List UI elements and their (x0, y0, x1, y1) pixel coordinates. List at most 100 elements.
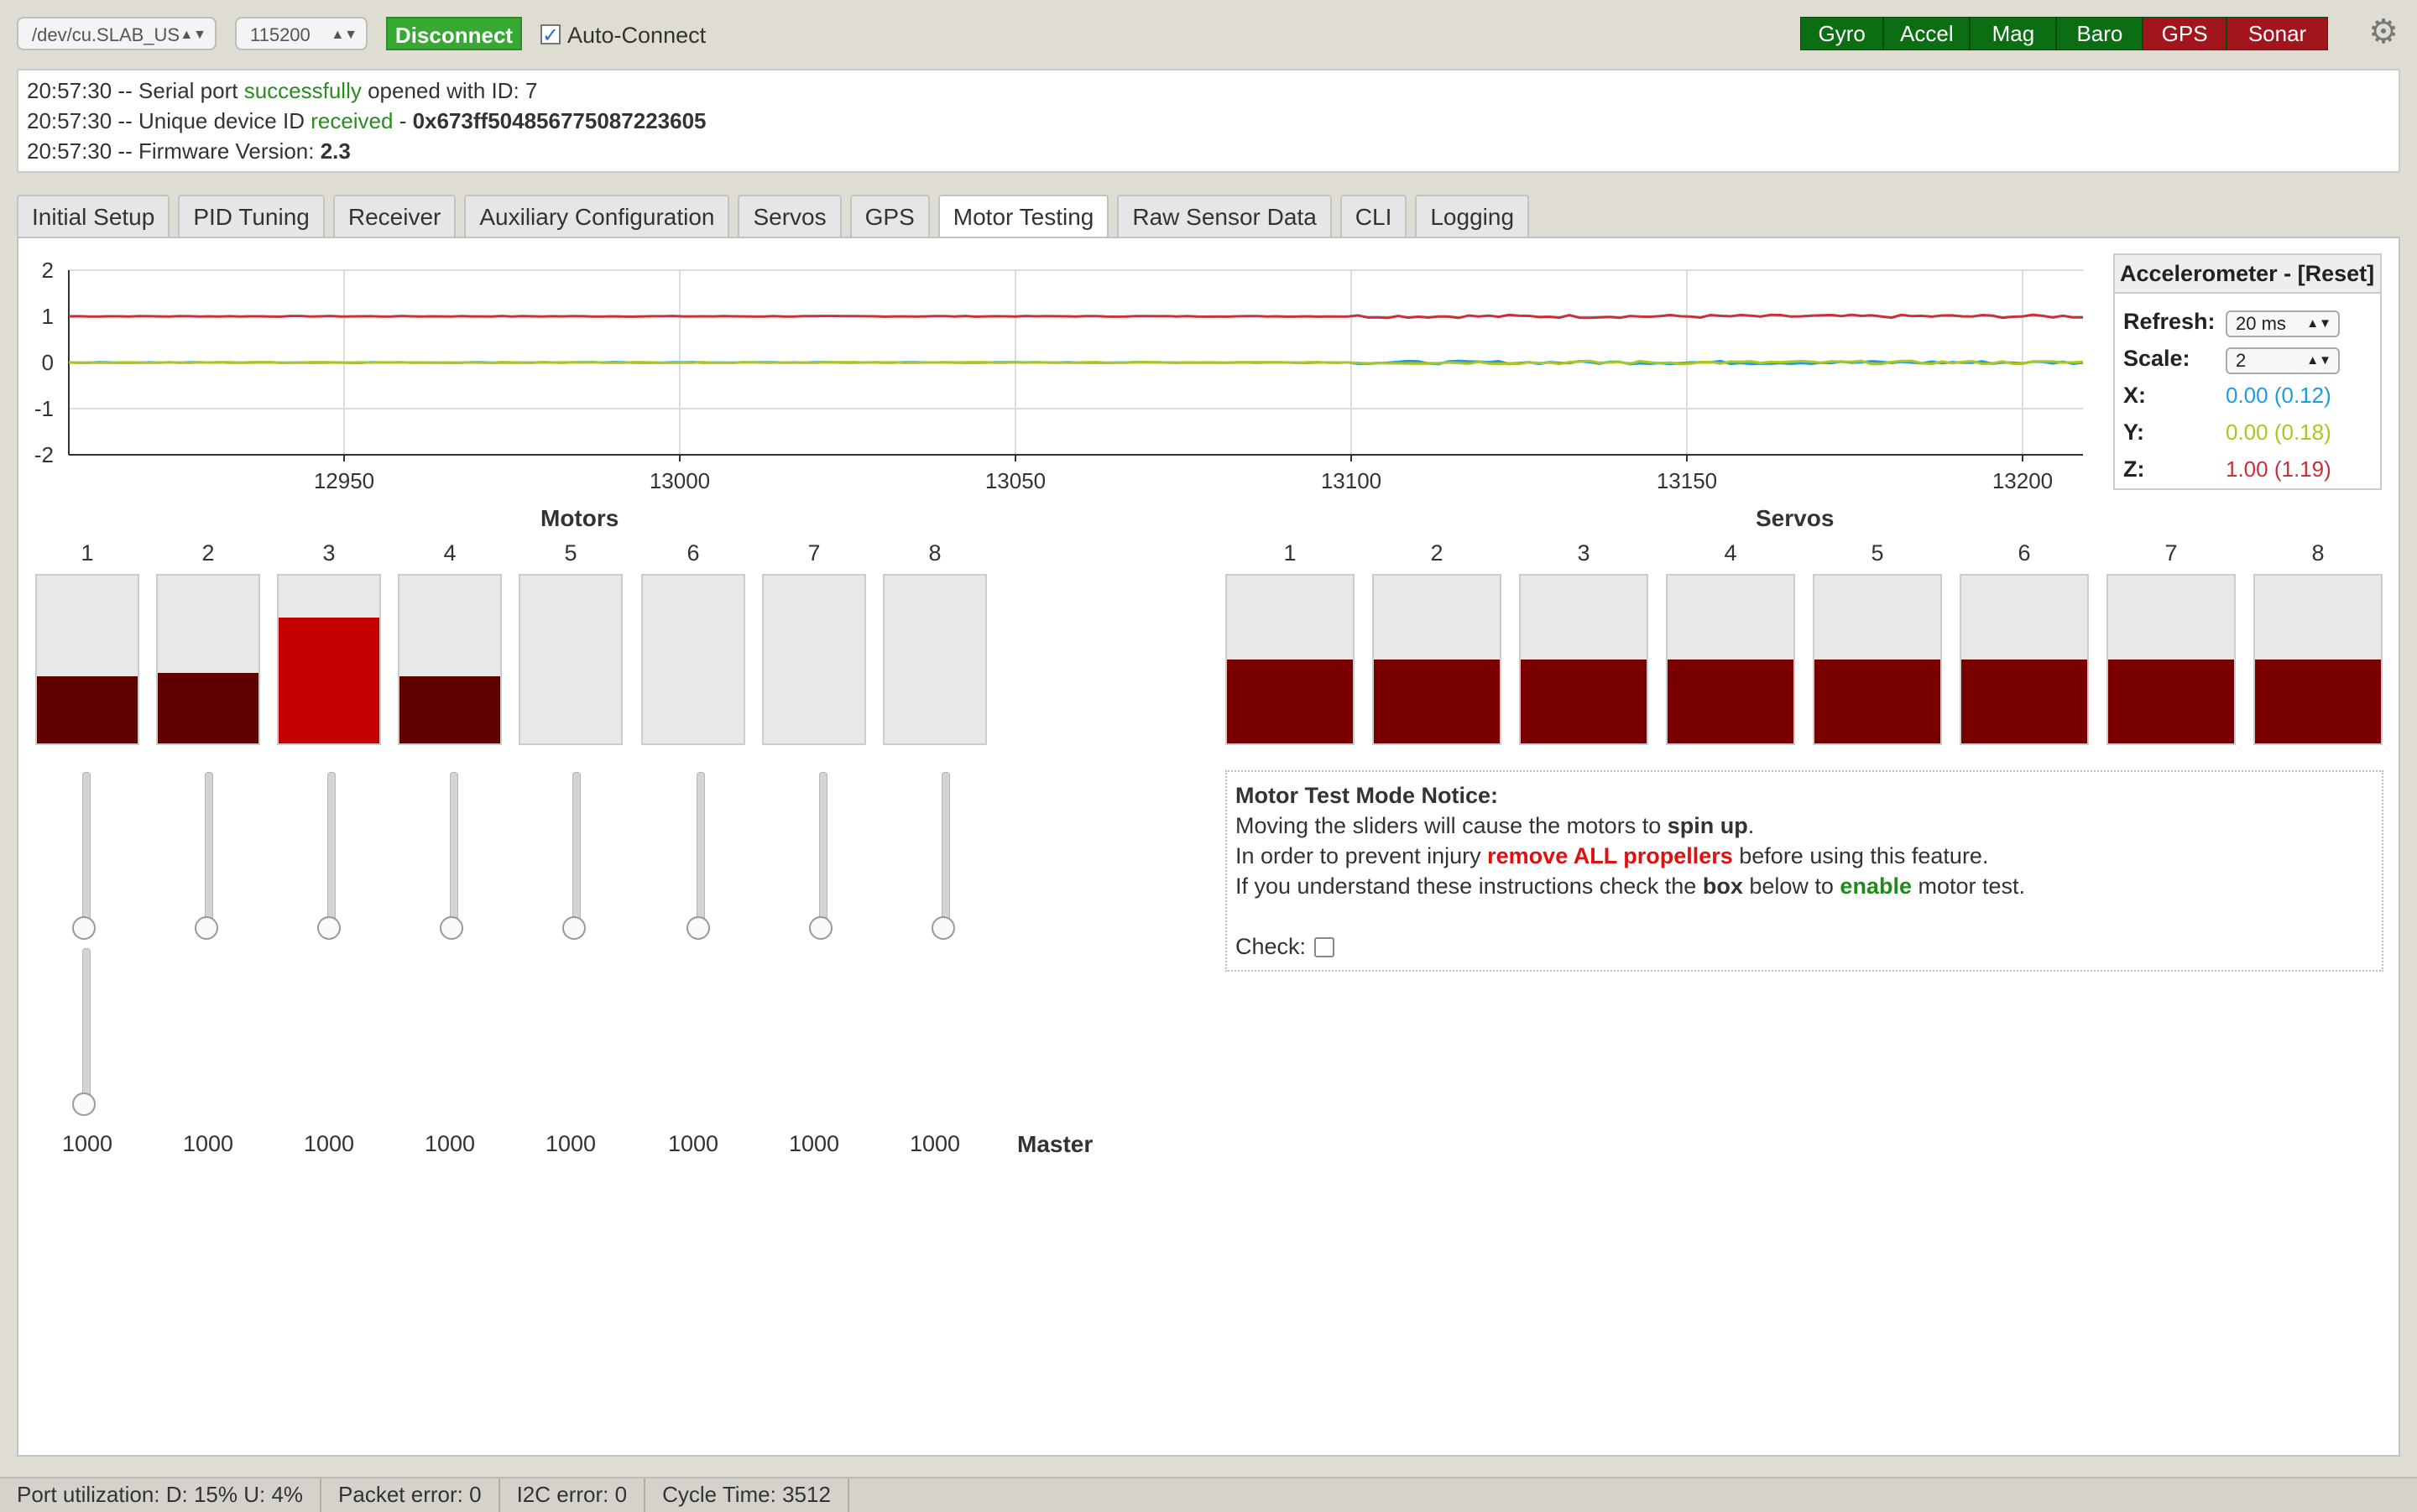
notice-text: below to (1742, 873, 1840, 899)
slider-thumb[interactable] (440, 916, 463, 940)
y-value: 0.00 (0.18) (2226, 420, 2331, 445)
servo-number: 8 (2311, 540, 2325, 566)
motor-meter (641, 574, 745, 745)
motor-value: 1000 (182, 1131, 234, 1156)
servo-meter (1372, 574, 1501, 745)
motor-number: 5 (564, 540, 577, 566)
motor-number: 7 (807, 540, 821, 566)
motor-test-notice: Motor Test Mode Notice: Moving the slide… (1225, 770, 2383, 972)
slider-thumb[interactable] (932, 916, 955, 940)
notice-text: Moving the sliders will cause the motors… (1235, 813, 1668, 838)
servo-meter-fill (2108, 660, 2234, 743)
master-label: Master (1017, 1131, 1094, 1157)
motor-meter (519, 574, 623, 745)
motor-value: 1000 (788, 1131, 840, 1156)
servo-number: 1 (1283, 540, 1297, 566)
servo-meter-fill (1961, 660, 2087, 743)
x-label: X: (2123, 383, 2146, 408)
notice-text: before using this feature. (1732, 843, 1989, 868)
motor-number: 6 (686, 540, 700, 566)
status-bar: Port utilization: D: 15% U: 4% Packet er… (0, 1477, 2417, 1512)
servo-meter-fill (1814, 660, 1940, 743)
motor-value: 1000 (909, 1131, 961, 1156)
notice-line: In order to prevent injury remove ALL pr… (1235, 841, 2373, 871)
slider-track (819, 772, 827, 929)
slider-track (205, 772, 213, 929)
servo-meter-fill (1521, 660, 1647, 743)
motor-slider[interactable] (195, 772, 220, 940)
motor-slider[interactable] (932, 772, 957, 940)
motor-number: 2 (201, 540, 215, 566)
servo-number: 6 (2018, 540, 2031, 566)
slider-thumb[interactable] (72, 1092, 96, 1116)
motors-title: Motors (540, 505, 619, 531)
motor-meter-fill (279, 618, 379, 743)
motor-slider[interactable] (72, 772, 97, 940)
scale-label: Scale: (2123, 346, 2190, 371)
motor-slider[interactable] (809, 772, 834, 940)
motor-meter (883, 574, 987, 745)
notice-text: In order to prevent injury (1235, 843, 1488, 868)
x-tick-label: 13200 (1992, 468, 2053, 493)
servo-meter (2106, 574, 2236, 745)
slider-thumb[interactable] (72, 916, 96, 940)
motor-meter-fill (158, 673, 258, 743)
master-slider[interactable] (72, 948, 97, 1116)
servo-meter-fill (2255, 660, 2381, 743)
refresh-select-value: 20 ms (2236, 313, 2286, 334)
notice-title: Motor Test Mode Notice: (1235, 783, 1498, 808)
motor-meter (398, 574, 502, 745)
x-tick-label: 13000 (650, 468, 710, 493)
servo-number: 5 (1871, 540, 1884, 566)
servo-number: 4 (1724, 540, 1737, 566)
motor-number: 8 (928, 540, 942, 566)
z-value: 1.00 (1.19) (2226, 456, 2331, 482)
servos-title: Servos (1756, 505, 1835, 531)
servo-meter (1813, 574, 1942, 745)
z-label: Z: (2123, 456, 2145, 482)
motor-slider[interactable] (562, 772, 587, 940)
packet-error: Packet error: 0 (321, 1478, 500, 1512)
motor-meter-fill (399, 676, 500, 743)
notice-emphasis: box (1702, 873, 1743, 899)
motor-test-checkbox[interactable] (1314, 937, 1335, 957)
accelerometer-title[interactable]: Accelerometer - [Reset] (2115, 255, 2380, 294)
y-tick-label: -1 (34, 396, 54, 421)
motor-slider[interactable] (686, 772, 712, 940)
slider-thumb[interactable] (562, 916, 586, 940)
servo-meter (1960, 574, 2089, 745)
notice-line: If you understand these instructions che… (1235, 871, 2373, 901)
slider-thumb[interactable] (317, 916, 341, 940)
accelerometer-chart: 2 1 0 -1 -2 12950 13000 13050 13100 13150 13200 (34, 258, 2084, 493)
select-arrows-icon: ▲▼ (2306, 353, 2331, 368)
chart-series-line (68, 313, 2084, 320)
motor-slider[interactable] (440, 772, 465, 940)
y-tick-label: -2 (34, 442, 54, 467)
scale-select[interactable]: 2 ▲▼ (2226, 347, 2340, 374)
motor-value: 1000 (303, 1131, 355, 1156)
select-arrows-icon: ▲▼ (2306, 316, 2331, 331)
slider-track (572, 772, 581, 929)
slider-thumb[interactable] (809, 916, 833, 940)
servo-number: 2 (1430, 540, 1443, 566)
accelerometer-panel: Accelerometer - [Reset] Refresh: 20 ms ▲▼… (2113, 253, 2382, 490)
motor-value: 1000 (61, 1131, 113, 1156)
servo-meter-fill (1374, 660, 1500, 743)
notice-text: motor test. (1911, 873, 2026, 899)
slider-track (450, 772, 458, 929)
slider-track (327, 772, 336, 929)
servo-meter-fill (1668, 660, 1793, 743)
notice-line: Moving the sliders will cause the motors… (1235, 811, 2373, 841)
slider-thumb[interactable] (195, 916, 218, 940)
slider-thumb[interactable] (686, 916, 710, 940)
refresh-label: Refresh: (2123, 309, 2216, 334)
refresh-select[interactable]: 20 ms ▲▼ (2226, 310, 2340, 337)
motor-meter (277, 574, 381, 745)
y-tick-label: 2 (42, 258, 54, 283)
servo-meter (2253, 574, 2383, 745)
motor-slider[interactable] (317, 772, 342, 940)
servo-meter (1666, 574, 1795, 745)
servo-number: 3 (1577, 540, 1590, 566)
x-tick-label: 13050 (985, 468, 1046, 493)
servo-meter (1225, 574, 1355, 745)
